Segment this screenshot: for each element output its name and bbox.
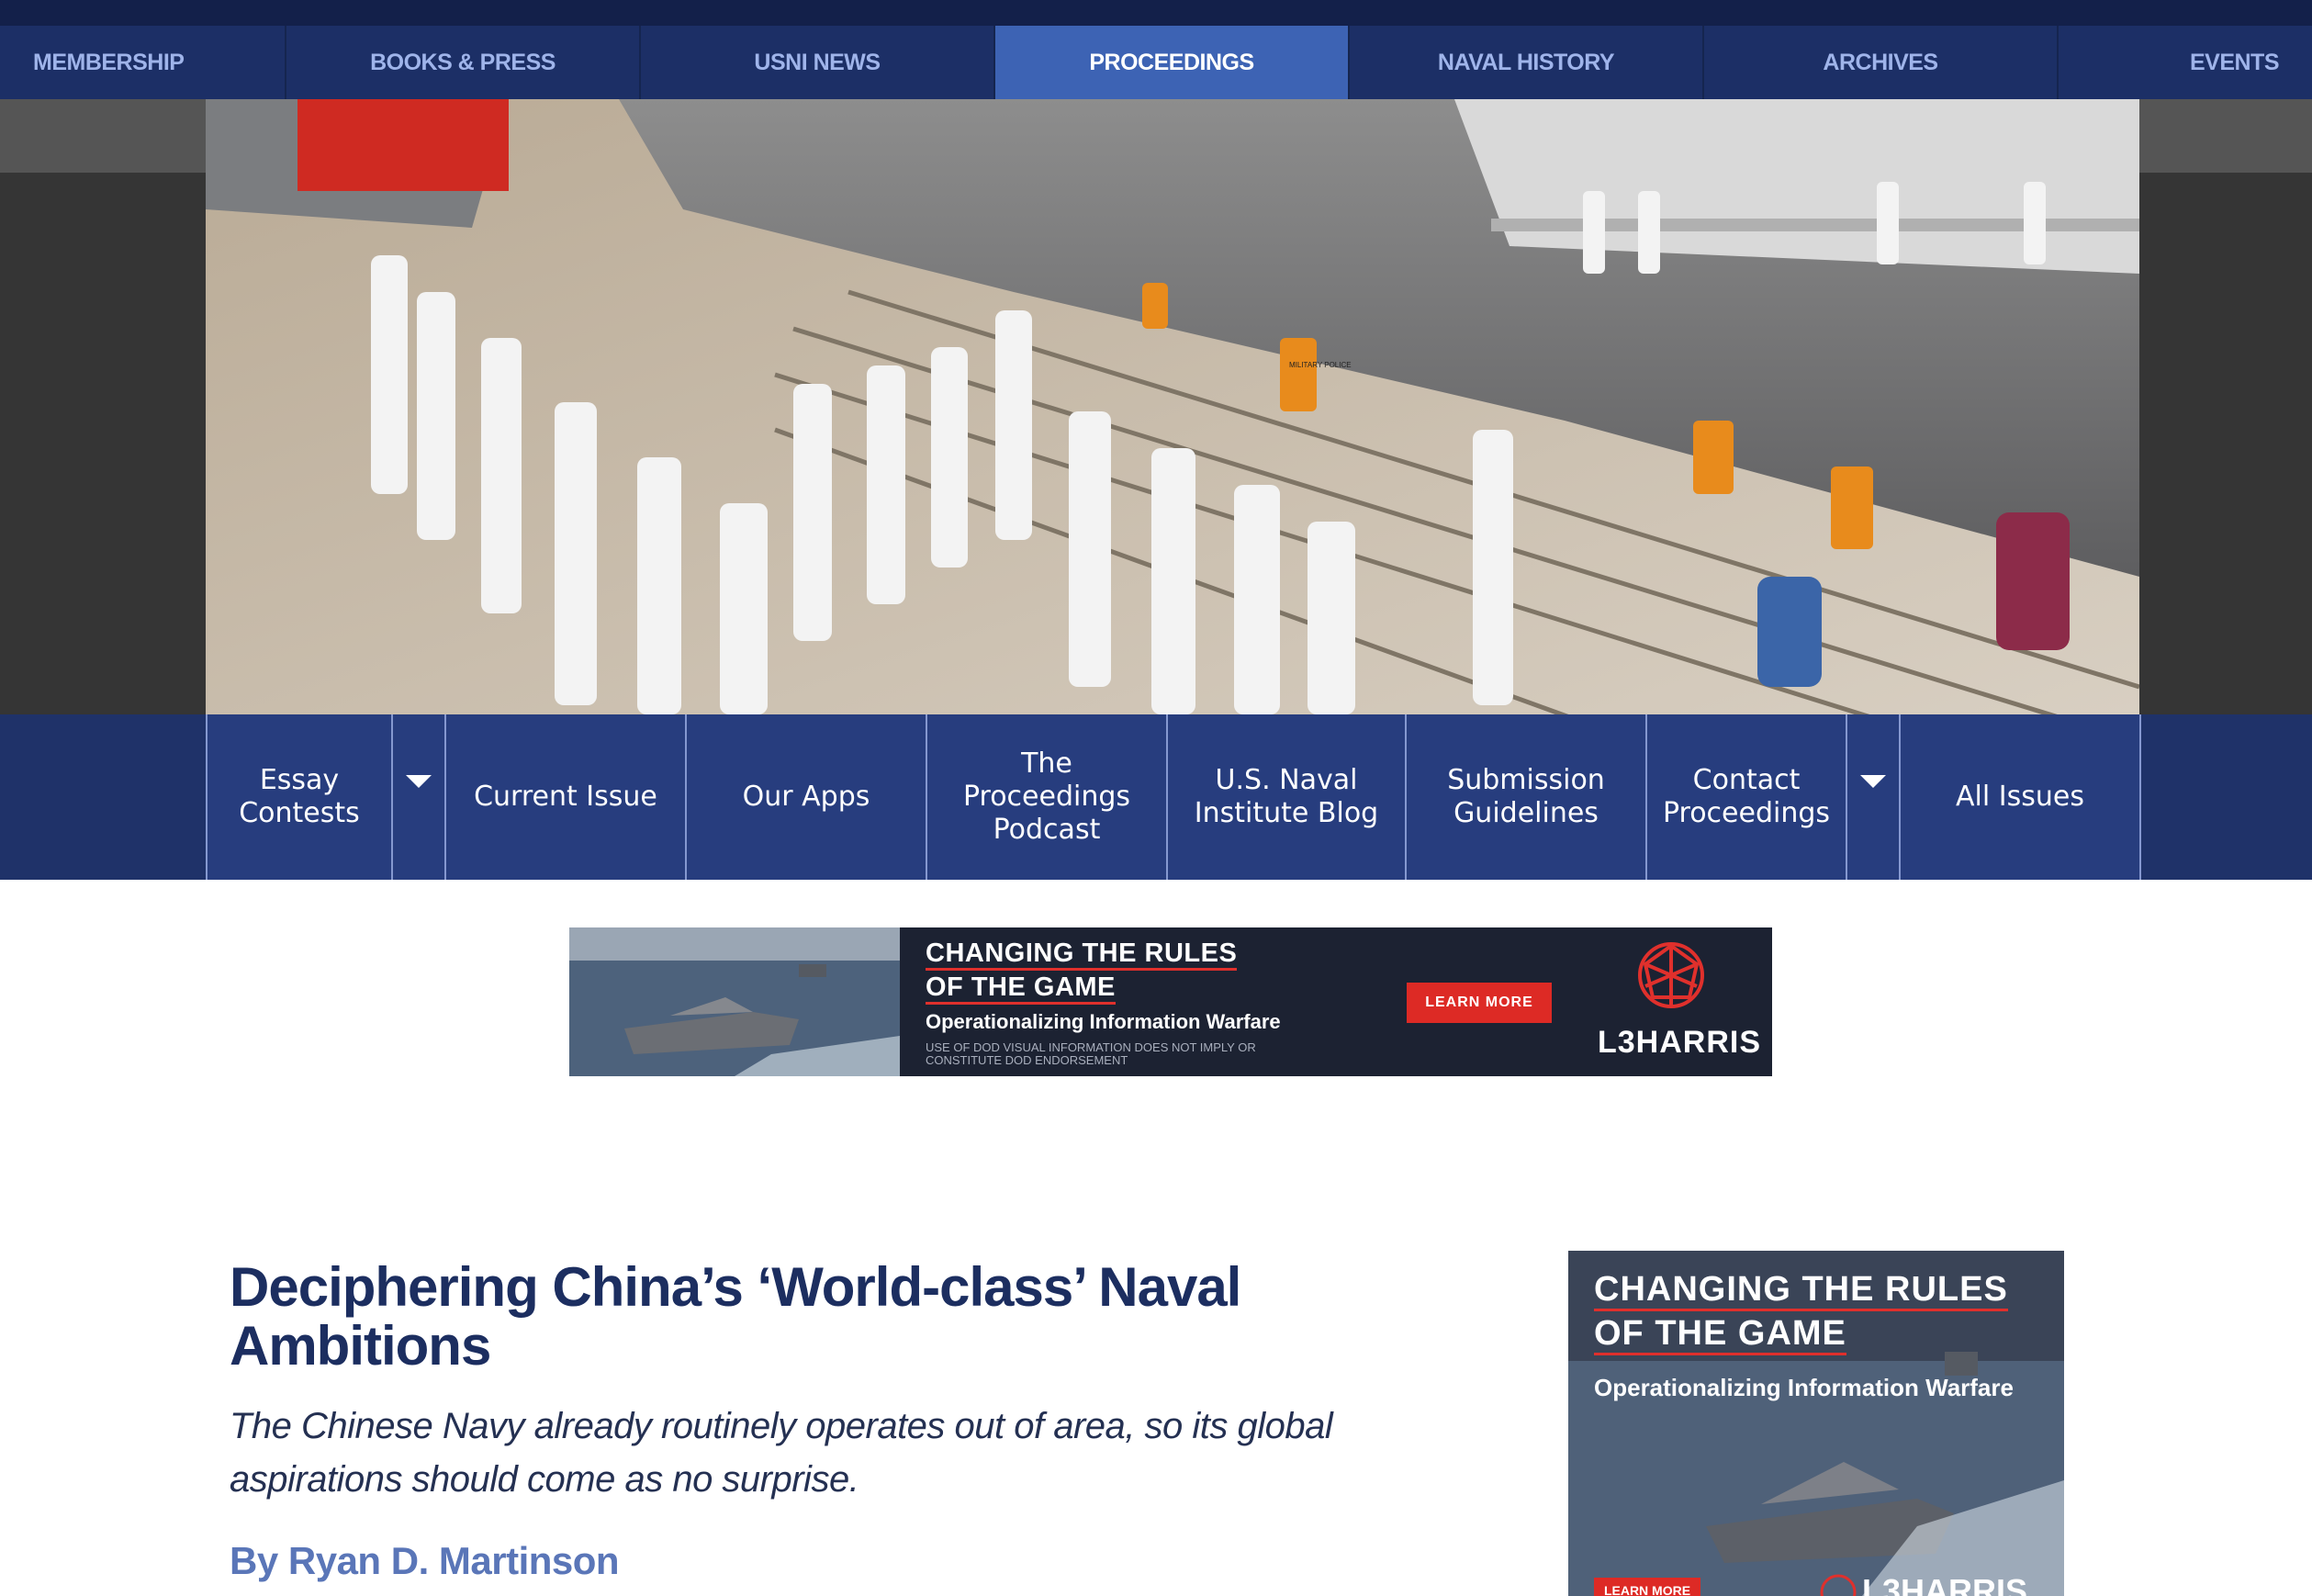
byline-prefix: By bbox=[230, 1539, 278, 1582]
article-subtitle: The Chinese Navy already routinely opera… bbox=[230, 1406, 1333, 1500]
ship-photo bbox=[569, 927, 900, 1076]
banner-brand: L3HARRIS bbox=[1598, 1025, 1762, 1060]
subnav-our-apps[interactable]: Our Apps bbox=[685, 714, 926, 880]
nav-usni-news[interactable]: USNI NEWS bbox=[641, 26, 995, 99]
l3harris-logo-icon bbox=[1820, 1574, 1857, 1596]
proceedings-subnav: Essay Contests Current Issue Our Apps Th… bbox=[0, 714, 2312, 880]
nav-membership[interactable]: MEMBERSHIP bbox=[0, 26, 286, 99]
subnav-all-issues[interactable]: All Issues bbox=[1899, 714, 2139, 880]
side-ad-subhead: Operationalizing Information Warfare bbox=[1594, 1374, 2014, 1401]
contact-proceedings-caret[interactable] bbox=[1846, 714, 1899, 880]
article-title: Deciphering China’s ‘World-class’ Naval … bbox=[230, 1256, 1241, 1377]
caret-down-icon bbox=[406, 775, 432, 788]
subnav-podcast[interactable]: The Proceedings Podcast bbox=[926, 714, 1166, 880]
banner-learn-more-button[interactable]: LEARN MORE bbox=[1407, 983, 1552, 1023]
top-strip bbox=[0, 0, 2312, 26]
nav-archives[interactable]: ARCHIVES bbox=[1704, 26, 2059, 99]
subnav-blog[interactable]: U.S. Naval Institute Blog bbox=[1166, 714, 1405, 880]
subnav-contact-proceedings[interactable]: Contact Proceedings bbox=[1645, 714, 1846, 880]
nav-naval-history[interactable]: NAVAL HISTORY bbox=[1350, 26, 1704, 99]
subnav-our-apps-label: Our Apps bbox=[742, 781, 870, 813]
side-ad[interactable]: CHANGING THE RULES OF THE GAME Operation… bbox=[1568, 1251, 2064, 1596]
banner-ad[interactable]: CHANGING THE RULES OF THE GAME Operation… bbox=[569, 927, 1772, 1076]
naval-ceremony-photo: MILITARY POLICE bbox=[206, 99, 2139, 714]
essay-contests-caret[interactable] bbox=[391, 714, 444, 880]
banner-subhead: Operationalizing Information Warfare bbox=[926, 1010, 1281, 1033]
banner-headline: CHANGING THE RULES OF THE GAME bbox=[926, 937, 1238, 1005]
hero-image: MILITARY POLICE bbox=[206, 99, 2139, 714]
nav-proceedings[interactable]: PROCEEDINGS bbox=[995, 26, 1350, 99]
side-ad-brand: L3HARRIS bbox=[1862, 1572, 2028, 1596]
nav-books-press[interactable]: BOOKS & PRESS bbox=[286, 26, 641, 99]
subnav-all-issues-label: All Issues bbox=[1956, 781, 2084, 813]
subnav-submission-label: Submission Guidelines bbox=[1447, 764, 1605, 829]
subnav-contact-label: Contact Proceedings bbox=[1662, 764, 1831, 829]
vest-label: MILITARY POLICE bbox=[1289, 361, 1352, 369]
banner-disclaimer: USE OF DOD VISUAL INFORMATION DOES NOT I… bbox=[926, 1040, 1256, 1067]
subnav-submission-guidelines[interactable]: Submission Guidelines bbox=[1405, 714, 1645, 880]
subnav-essay-contests-label: Essay Contests bbox=[239, 764, 360, 829]
subnav-divider bbox=[2139, 714, 2141, 880]
side-ad-headline: CHANGING THE RULES OF THE GAME bbox=[1594, 1267, 2008, 1355]
side-ad-learn-more-button[interactable]: LEARN MORE bbox=[1594, 1578, 1700, 1596]
nav-events[interactable]: EVENTS bbox=[2059, 26, 2312, 99]
l3harris-logo-icon bbox=[1638, 942, 1704, 1008]
subnav-current-issue-label: Current Issue bbox=[474, 781, 657, 813]
subnav-blog-label: U.S. Naval Institute Blog bbox=[1194, 764, 1379, 829]
subnav-essay-contests[interactable]: Essay Contests bbox=[206, 714, 391, 880]
caret-down-icon bbox=[1860, 775, 1886, 788]
subnav-podcast-label: The Proceedings Podcast bbox=[962, 747, 1131, 846]
subnav-current-issue[interactable]: Current Issue bbox=[444, 714, 685, 880]
primary-nav: MEMBERSHIP BOOKS & PRESS USNI NEWS PROCE… bbox=[0, 26, 2312, 101]
author-link[interactable]: Ryan D. Martinson bbox=[288, 1539, 620, 1582]
article-byline: By Ryan D. Martinson bbox=[230, 1539, 620, 1583]
